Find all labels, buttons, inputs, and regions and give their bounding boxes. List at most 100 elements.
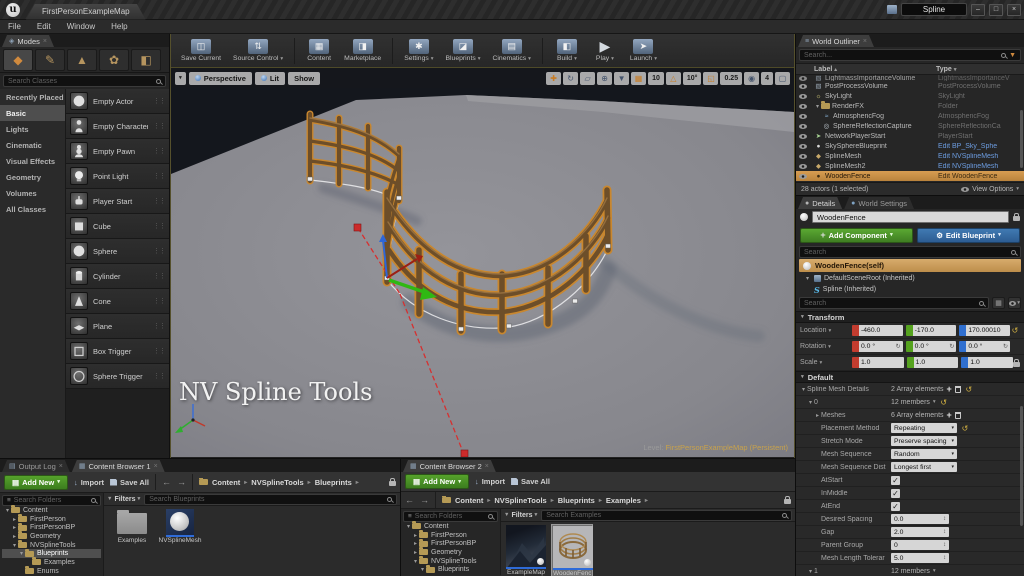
- show-button[interactable]: Show: [288, 72, 320, 85]
- viewport-options-button[interactable]: ▾: [175, 72, 186, 85]
- folder-enums[interactable]: Enums: [2, 567, 101, 576]
- folder-firstpersonbp[interactable]: ▸FirstPersonBP: [403, 539, 498, 548]
- forward-arrow-icon[interactable]: →: [420, 495, 429, 505]
- desired-spacing-field[interactable]: 0.0↕: [891, 514, 949, 524]
- expander-icon[interactable]: ▾: [419, 566, 426, 573]
- search-classes-input[interactable]: Search Classes: [3, 75, 166, 87]
- tab-world-settings[interactable]: ●World Settings: [844, 197, 914, 209]
- category-geometry[interactable]: Geometry: [0, 169, 65, 185]
- filters-button[interactable]: ▼ Filters▾: [107, 496, 140, 503]
- placeable-sphere[interactable]: Sphere⋮⋮: [66, 239, 169, 264]
- reset-to-default-icon[interactable]: ↺: [1010, 326, 1020, 335]
- reset-to-default-icon[interactable]: ↺: [960, 424, 970, 433]
- mode-tool-4-icon[interactable]: ◧: [131, 49, 161, 71]
- folder-examples[interactable]: Examples: [2, 558, 101, 567]
- folder-firstperson[interactable]: ▸FirstPerson: [403, 531, 498, 540]
- toolbar-button-source-control[interactable]: ⇅Source Control▾: [229, 38, 287, 63]
- placeable-player-start[interactable]: Player Start⋮⋮: [66, 189, 169, 214]
- details-scrollbar[interactable]: [1020, 406, 1023, 526]
- outliner-search-input[interactable]: Search... ▼: [799, 49, 1021, 61]
- visibility-toggle[interactable]: [796, 174, 810, 179]
- drag-grip-icon[interactable]: ⋮⋮: [153, 122, 165, 130]
- location-z-field[interactable]: 170.00010: [959, 325, 1010, 336]
- back-arrow-icon[interactable]: ←: [162, 477, 171, 487]
- collapse-sources-icon[interactable]: ≡: [7, 497, 11, 504]
- rotation-z-field[interactable]: 0.0 °↻: [959, 341, 1010, 352]
- camera-speed-icon[interactable]: ◉: [744, 72, 759, 85]
- asset-examplemap[interactable]: ExampleMap: [505, 524, 547, 576]
- expander-icon[interactable]: ▾: [807, 399, 814, 406]
- folder-content[interactable]: ▾Content: [403, 522, 498, 531]
- outliner-row-postprocessvolume[interactable]: ▧PostProcessVolumePostProcessVolume: [796, 81, 1024, 91]
- close-tab-icon[interactable]: ×: [863, 38, 867, 45]
- outliner-row-networkplayerstart[interactable]: ➤NetworkPlayerStartPlayerStart: [796, 131, 1024, 141]
- outliner-row-skysphereblueprint[interactable]: ●SkySphereBlueprintEdit BP_Sky_Sphe: [796, 141, 1024, 151]
- visibility-toggle[interactable]: [796, 164, 810, 169]
- axis-value[interactable]: -170.0: [913, 325, 957, 336]
- breadcrumb-blueprints[interactable]: Blueprints: [558, 496, 595, 505]
- cb2-search-folders-input[interactable]: ≡ Search Folders: [403, 511, 498, 522]
- rotation-snap-value[interactable]: 10°: [683, 72, 702, 85]
- folder-geometry[interactable]: ▸Geometry: [403, 548, 498, 557]
- drag-grip-icon[interactable]: ⋮⋮: [153, 322, 165, 330]
- folder-blueprints[interactable]: ▾Blueprints: [403, 565, 498, 574]
- menu-help[interactable]: Help: [111, 22, 127, 31]
- expander-icon[interactable]: ▾: [18, 550, 25, 557]
- expander-icon[interactable]: ▸: [814, 412, 821, 419]
- parent-group-field[interactable]: 0↕: [891, 540, 949, 550]
- asset-examples[interactable]: Examples: [112, 508, 152, 544]
- placeable-box-trigger[interactable]: Box Trigger⋮⋮: [66, 339, 169, 364]
- mode-tool-2-icon[interactable]: ▲: [67, 49, 97, 71]
- drag-grip-icon[interactable]: ⋮⋮: [153, 347, 165, 355]
- minimize-button[interactable]: –: [971, 4, 985, 16]
- actor-type-link[interactable]: Edit WoodenFence: [938, 173, 1024, 180]
- scale-y-field[interactable]: 1.0: [907, 357, 959, 368]
- chevron-down-icon[interactable]: ▾: [933, 568, 936, 574]
- folder-firstpersonbp[interactable]: ▸FirstPersonBP: [2, 523, 101, 532]
- outliner-row-renderfx[interactable]: ▾RenderFXFolder: [796, 101, 1024, 111]
- tab-world-outliner[interactable]: ≡ World Outliner ×: [798, 35, 874, 47]
- delete-elements-icon[interactable]: [955, 412, 961, 419]
- toolbar-button-save-current[interactable]: ◫Save Current: [177, 38, 225, 63]
- default-section-header[interactable]: ▾ Default: [796, 371, 1024, 383]
- gap-field[interactable]: 2.0↕: [891, 527, 949, 537]
- axis-value[interactable]: 1.0: [968, 357, 1013, 368]
- transform-label[interactable]: Scale▾: [800, 359, 852, 366]
- tab-content-browser-2[interactable]: ▦ Content Browser 2 ×: [403, 460, 496, 472]
- mode-tool-0-icon[interactable]: ◆: [3, 49, 33, 71]
- folder-nvsplinetools[interactable]: ▾NVSplineTools: [2, 541, 101, 550]
- expander-icon[interactable]: ▸: [412, 532, 419, 539]
- column-type[interactable]: Type ▾: [936, 66, 1024, 73]
- grid-snap-icon[interactable]: ▦: [631, 72, 646, 85]
- scale-snap-value[interactable]: 0.25: [720, 72, 742, 85]
- spline-handle-point[interactable]: [354, 224, 361, 231]
- translate-tool-icon[interactable]: ✚: [546, 72, 561, 85]
- add-new-button[interactable]: ▤ Add New▾: [4, 475, 68, 490]
- expander-icon[interactable]: ▾: [412, 558, 419, 565]
- lock-icon[interactable]: [1013, 216, 1020, 221]
- add-new-button[interactable]: ▤ Add New▾: [405, 474, 469, 489]
- class-search-box[interactable]: Spline: [901, 3, 967, 16]
- scale-tool-icon[interactable]: ▱: [580, 72, 595, 85]
- cb2-search-assets-input[interactable]: Search Examples: [541, 510, 792, 521]
- world-space-toggle-icon[interactable]: ⊕: [597, 72, 612, 85]
- placement-method-dropdown[interactable]: Repeating▾: [891, 423, 957, 433]
- scale-z-field[interactable]: 1.0: [961, 357, 1013, 368]
- close-tab-icon[interactable]: ×: [59, 463, 63, 470]
- surface-snap-icon[interactable]: ▼: [614, 72, 629, 85]
- category-cinematic[interactable]: Cinematic: [0, 137, 65, 153]
- cb1-search-assets-input[interactable]: Search Blueprints: [144, 494, 397, 505]
- folder-blueprints[interactable]: ▾Blueprints: [2, 549, 101, 558]
- reset-to-default-icon[interactable]: ↺: [964, 385, 974, 394]
- category-recently-placed[interactable]: Recently Placed: [0, 89, 65, 105]
- placeable-empty-pawn[interactable]: Empty Pawn⋮⋮: [66, 139, 169, 164]
- axis-value[interactable]: 1.0: [914, 357, 959, 368]
- menu-file[interactable]: File: [8, 22, 21, 31]
- back-arrow-icon[interactable]: ←: [405, 495, 414, 505]
- axis-value[interactable]: 0.0 °↻: [966, 341, 1010, 352]
- visibility-toggle[interactable]: [796, 144, 810, 149]
- delete-elements-icon[interactable]: [955, 386, 961, 393]
- add-element-icon[interactable]: +: [947, 410, 952, 420]
- edit-blueprint-button[interactable]: ⚙ Edit Blueprint▾: [917, 228, 1020, 243]
- rotation-snap-icon[interactable]: △: [666, 72, 681, 85]
